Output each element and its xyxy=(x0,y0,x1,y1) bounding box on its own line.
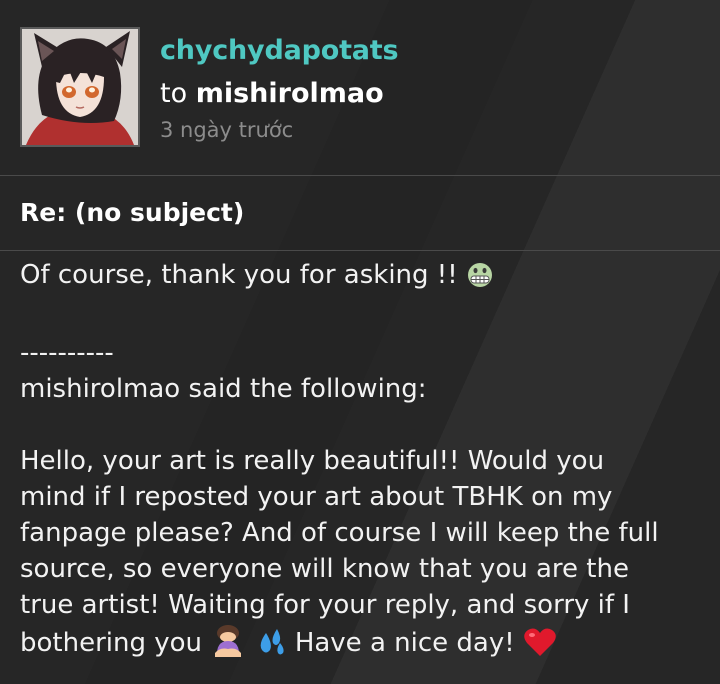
reply-line: Of course, thank you for asking !! xyxy=(20,257,710,299)
message-body: Of course, thank you for asking !! -----… xyxy=(20,257,710,667)
recipient-line: to mishirolmao xyxy=(160,78,384,109)
quote-line: fanpage please? And of course I will kee… xyxy=(20,518,659,548)
anime-cat-girl-avatar-icon xyxy=(22,29,138,145)
quote-last-line-end: Have a nice day! xyxy=(294,628,515,658)
message-timestamp: 3 ngày trước xyxy=(160,118,294,142)
quote-line: mind if I reposted your art about TBHK o… xyxy=(20,482,613,512)
woman-bowing-emoji-icon xyxy=(210,623,246,667)
quote-last-line: bothering you Have a nice day! xyxy=(20,623,710,667)
reply-text: Of course, thank you for asking !! xyxy=(20,260,458,290)
sender-avatar[interactable] xyxy=(20,27,140,147)
quote-separator: ---------- xyxy=(20,338,114,368)
quote-last-line-start: bothering you xyxy=(20,628,203,658)
sweat-droplets-emoji-icon xyxy=(255,627,287,667)
message-header: chychydapotats to mishirolmao 3 ngày trư… xyxy=(0,0,720,175)
header-divider xyxy=(0,175,720,176)
quote-intro: mishirolmao said the following: xyxy=(20,374,427,404)
grimacing-face-emoji-icon xyxy=(466,261,494,299)
subject-divider xyxy=(0,250,720,251)
sender-username[interactable]: chychydapotats xyxy=(160,35,399,66)
message-subject: Re: (no subject) xyxy=(20,198,245,227)
quote-line: true artist! Waiting for your reply, and… xyxy=(20,590,630,620)
recipient-username[interactable]: mishirolmao xyxy=(196,78,384,109)
to-label: to xyxy=(160,78,188,109)
quote-line: source, so everyone will know that you a… xyxy=(20,554,629,584)
quote-line: Hello, your art is really beautiful!! Wo… xyxy=(20,446,605,476)
red-heart-emoji-icon xyxy=(523,627,557,667)
